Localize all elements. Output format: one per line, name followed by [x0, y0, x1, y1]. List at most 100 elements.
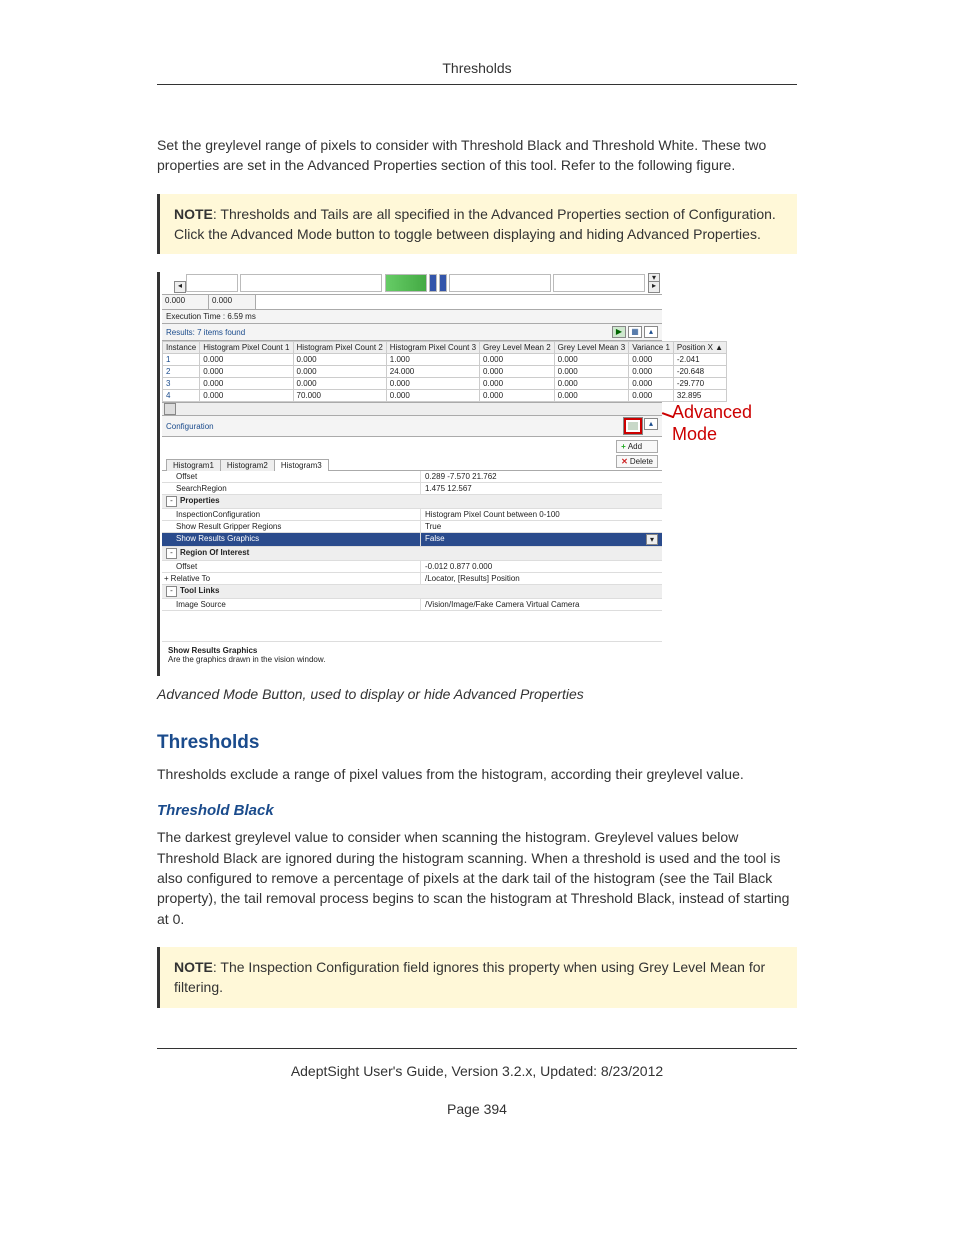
scroll-left-icon[interactable]: ◂	[174, 281, 186, 293]
table-row[interactable]: 20.0000.00024.0000.0000.0000.000-20.648	[163, 366, 727, 378]
coord-row: 0.000 0.000	[162, 295, 662, 310]
col-header[interactable]: Grey Level Mean 2	[480, 342, 555, 354]
table-cell: 0.000	[200, 390, 293, 402]
toggle-icon[interactable]: -	[166, 586, 177, 597]
configuration-label: Configuration	[166, 422, 214, 431]
preview-strip: ◂ ▾ ▸	[162, 272, 662, 295]
table-row[interactable]: 40.00070.0000.0000.0000.0000.00032.895	[163, 390, 727, 402]
table-cell: 0.000	[480, 354, 555, 366]
tab-histogram3[interactable]: Histogram3	[274, 459, 329, 471]
section-paragraph: Thresholds exclude a range of pixel valu…	[157, 764, 797, 784]
property-row[interactable]: SearchRegion1.475 12.567	[162, 483, 662, 495]
toggle-icon[interactable]: +	[164, 574, 169, 583]
note-label: NOTE	[174, 959, 213, 975]
table-cell: 0.000	[480, 390, 555, 402]
property-value: False ▾	[420, 533, 662, 546]
group-header[interactable]: -Properties	[162, 495, 662, 509]
collapse-up-icon[interactable]: ▴	[644, 326, 658, 338]
dropdown-icon[interactable]: ▾	[646, 534, 658, 545]
property-row[interactable]: Show Result Gripper RegionsTrue	[162, 521, 662, 533]
group-header[interactable]: -Region Of Interest	[162, 547, 662, 561]
col-header[interactable]: Histogram Pixel Count 1	[200, 342, 293, 354]
figure-caption: Advanced Mode Button, used to display or…	[157, 686, 797, 702]
coord-y: 0.000	[209, 295, 256, 309]
delete-button[interactable]: ✕Delete	[616, 455, 658, 468]
footer-line: AdeptSight User's Guide, Version 3.2.x, …	[157, 1063, 797, 1079]
property-row[interactable]: +Relative To/Locator, [Results] Position	[162, 573, 662, 585]
col-header[interactable]: Position X ▲	[673, 342, 726, 354]
table-cell: 0.000	[200, 366, 293, 378]
results-bar: Results: 7 items found ▶ ▦ ▴	[162, 324, 662, 341]
note-body: : Thresholds and Tails are all specified…	[174, 206, 776, 242]
figure-wrapper: ◂ ▾ ▸ 0.000 0.000 Execution Time : 6.59 …	[157, 272, 797, 676]
col-header[interactable]: Histogram Pixel Count 3	[386, 342, 479, 354]
property-value: /Vision/Image/Fake Camera Virtual Camera	[420, 599, 662, 610]
intro-paragraph: Set the greylevel range of pixels to con…	[157, 135, 797, 176]
table-cell: 0.000	[554, 390, 629, 402]
property-row[interactable]: Show Results GraphicsFalse ▾	[162, 533, 662, 547]
execution-time: Execution Time : 6.59 ms	[162, 310, 662, 324]
table-cell: 0.000	[480, 366, 555, 378]
table-cell: 1.000	[386, 354, 479, 366]
sort-icon: ▲	[715, 343, 723, 352]
x-icon: ✕	[621, 457, 628, 466]
table-cell: 4	[163, 390, 200, 402]
toggle-icon[interactable]: -	[166, 496, 177, 507]
col-header[interactable]: Histogram Pixel Count 2	[293, 342, 386, 354]
grid-icon[interactable]: ▦	[628, 326, 642, 338]
scroll-right-icon[interactable]: ▸	[648, 281, 660, 293]
note-label: NOTE	[174, 206, 213, 222]
tab-histogram1[interactable]: Histogram1	[166, 459, 221, 471]
table-cell: 0.000	[480, 378, 555, 390]
scroll-handle-icon[interactable]	[164, 403, 176, 415]
property-value: /Locator, [Results] Position	[420, 573, 662, 584]
table-cell: 0.000	[554, 354, 629, 366]
property-row[interactable]: Image Source/Vision/Image/Fake Camera Vi…	[162, 599, 662, 611]
table-row[interactable]: 10.0000.0001.0000.0000.0000.000-2.041	[163, 354, 727, 366]
property-value: True	[420, 521, 662, 532]
group-header[interactable]: -Tool Links	[162, 585, 662, 599]
property-row[interactable]: Offset-0.012 0.877 0.000	[162, 561, 662, 573]
page-number: Page 394	[157, 1101, 797, 1117]
footer: AdeptSight User's Guide, Version 3.2.x, …	[157, 1063, 797, 1117]
table-cell: 0.000	[293, 366, 386, 378]
table-cell: -2.041	[673, 354, 726, 366]
property-row[interactable]: Offset0.289 -7.570 21.762	[162, 471, 662, 483]
results-table: InstanceHistogram Pixel Count 1Histogram…	[162, 341, 727, 402]
table-cell: 0.000	[293, 378, 386, 390]
add-label: Add	[628, 442, 642, 451]
table-cell: 0.000	[386, 390, 479, 402]
tab-histogram2[interactable]: Histogram2	[220, 459, 275, 471]
h-scrollbar[interactable]	[162, 402, 662, 416]
toggle-icon[interactable]: -	[166, 548, 177, 559]
note-box-2: NOTE: The Inspection Configuration field…	[157, 947, 797, 1008]
property-key: Show Result Gripper Regions	[162, 521, 420, 532]
col-header[interactable]: Variance 1	[629, 342, 674, 354]
note-body: : The Inspection Configuration field ign…	[174, 959, 765, 995]
table-cell: 0.000	[554, 366, 629, 378]
table-cell: 0.000	[293, 354, 386, 366]
property-key: +Relative To	[162, 573, 420, 584]
property-key: InspectionConfiguration	[162, 509, 420, 520]
property-value: Histogram Pixel Count between 0-100	[420, 509, 662, 520]
table-cell: 0.000	[200, 378, 293, 390]
spacer	[162, 611, 662, 642]
table-cell: 0.000	[554, 378, 629, 390]
callout-text: Advanced Mode	[672, 402, 762, 445]
table-cell: -29.770	[673, 378, 726, 390]
property-row[interactable]: InspectionConfigurationHistogram Pixel C…	[162, 509, 662, 521]
property-value: -0.012 0.877 0.000	[420, 561, 662, 572]
col-header[interactable]: Grey Level Mean 3	[554, 342, 629, 354]
advanced-mode-button[interactable]	[624, 418, 642, 434]
help-panel: Show Results Graphics Are the graphics d…	[162, 642, 662, 676]
callout-label: Advanced Mode	[672, 402, 762, 445]
table-cell: 32.895	[673, 390, 726, 402]
results-count: Results: 7 items found	[166, 328, 245, 337]
add-button[interactable]: +Add	[616, 440, 658, 453]
table-row[interactable]: 30.0000.0000.0000.0000.0000.000-29.770	[163, 378, 727, 390]
run-icon[interactable]: ▶	[612, 326, 626, 338]
collapse-up-icon[interactable]: ▴	[644, 418, 658, 430]
property-key: Offset	[162, 561, 420, 572]
property-value: 0.289 -7.570 21.762	[420, 471, 662, 482]
col-header[interactable]: Instance	[163, 342, 200, 354]
